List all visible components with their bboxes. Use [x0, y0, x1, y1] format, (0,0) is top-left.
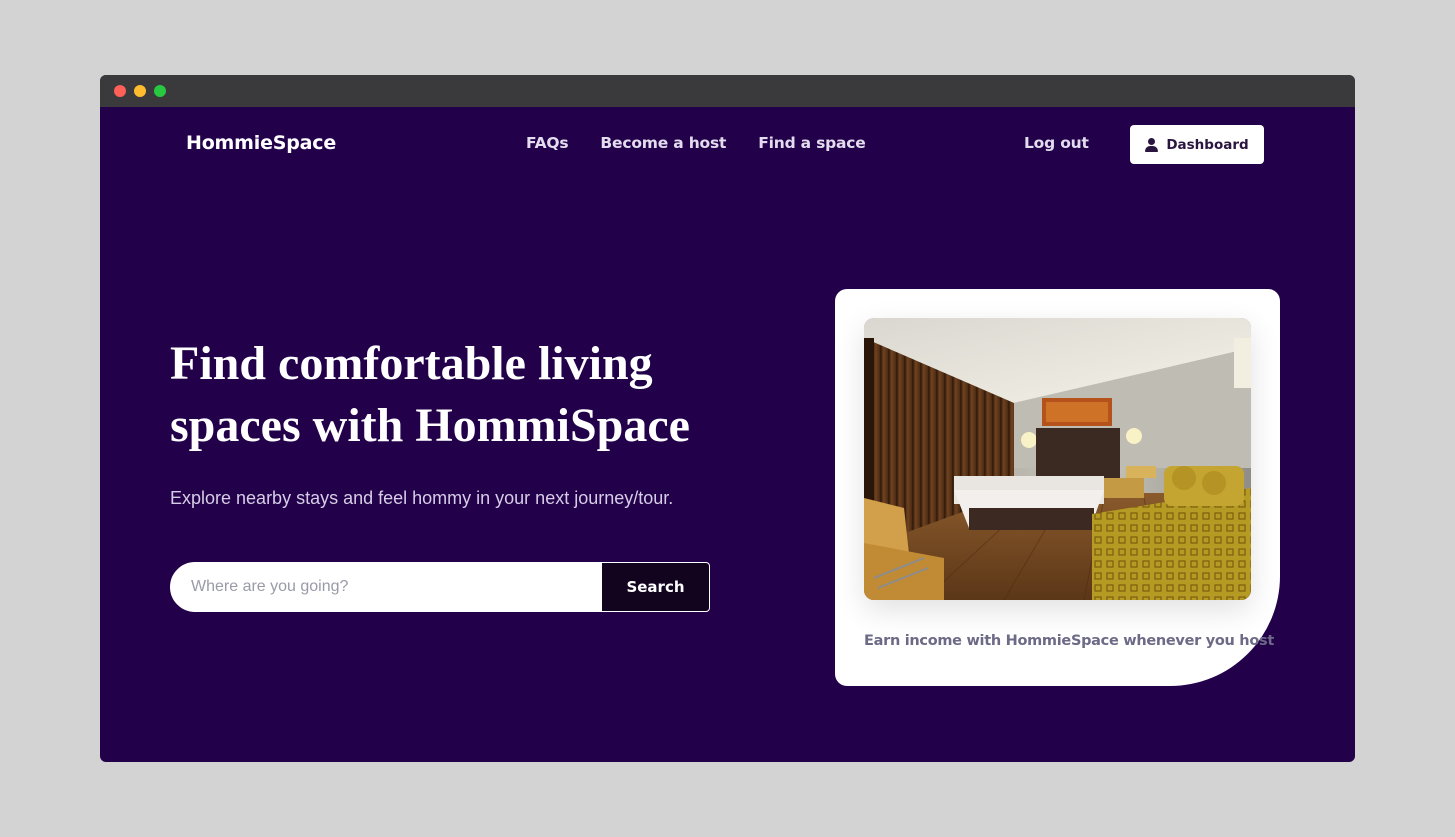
bedroom-illustration [864, 318, 1251, 600]
nav-item-faqs[interactable]: FAQs [526, 134, 569, 152]
search-bar: Search [170, 562, 710, 612]
close-window-button[interactable] [114, 85, 126, 97]
logout-link[interactable]: Log out [1024, 134, 1089, 152]
main-nav: FAQs Become a host Find a space [526, 134, 866, 152]
host-promo-card: Earn income with HommieSpace whenever yo… [835, 289, 1280, 686]
bedroom-photo [864, 318, 1251, 600]
maximize-window-button[interactable] [154, 85, 166, 97]
user-icon [1145, 137, 1159, 152]
page-viewport: HommieSpace FAQs Become a host Find a sp… [100, 107, 1355, 762]
minimize-window-button[interactable] [134, 85, 146, 97]
nav-item-become-a-host[interactable]: Become a host [600, 134, 726, 152]
hero-title: Find comfortable living spaces with Homm… [170, 337, 690, 452]
search-button[interactable]: Search [601, 563, 709, 611]
nav-item-find-a-space[interactable]: Find a space [758, 134, 866, 152]
hero-subtitle: Explore nearby stays and feel hommy in y… [170, 488, 674, 508]
window-titlebar [100, 75, 1355, 107]
browser-window: HommieSpace FAQs Become a host Find a sp… [100, 75, 1355, 762]
card-caption: Earn income with HommieSpace whenever yo… [864, 633, 1274, 649]
brand-logo[interactable]: HommieSpace [186, 132, 336, 154]
dashboard-button-label: Dashboard [1166, 136, 1249, 153]
dashboard-button[interactable]: Dashboard [1130, 125, 1264, 164]
search-input[interactable] [171, 563, 601, 611]
